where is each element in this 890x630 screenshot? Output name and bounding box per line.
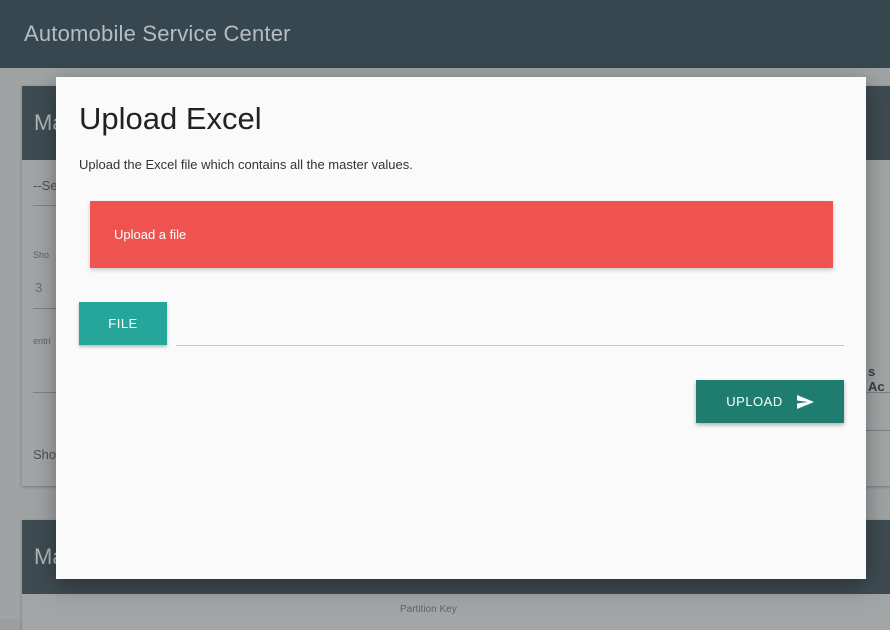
divider <box>33 308 56 309</box>
show-fragment: Sho <box>33 250 50 260</box>
select-fragment: --Se <box>33 178 58 193</box>
alert-text: Upload a file <box>114 227 187 242</box>
entries-fragment: entri <box>33 336 51 346</box>
file-path-input[interactable] <box>176 321 844 346</box>
column-header-fragment: s Ac <box>868 364 885 394</box>
file-button[interactable]: FILE <box>79 302 167 345</box>
divider <box>33 205 56 206</box>
partition-key-label: Partition Key <box>400 604 457 615</box>
entries-value: 3 <box>35 280 43 295</box>
app-header: Automobile Service Center <box>0 0 890 68</box>
send-icon <box>796 394 814 409</box>
bottom-show-fragment: Sho <box>33 447 57 462</box>
modal-description: Upload the Excel file which contains all… <box>79 157 413 172</box>
upload-button-label: UPLOAD <box>726 394 783 409</box>
error-alert: Upload a file <box>90 201 833 268</box>
divider <box>33 392 56 393</box>
divider <box>866 392 890 393</box>
divider <box>866 430 890 431</box>
modal-title: Upload Excel <box>79 101 262 136</box>
upload-excel-modal: Upload Excel Upload the Excel file which… <box>56 77 866 579</box>
app-title: Automobile Service Center <box>24 21 291 46</box>
upload-button[interactable]: UPLOAD <box>696 380 844 423</box>
